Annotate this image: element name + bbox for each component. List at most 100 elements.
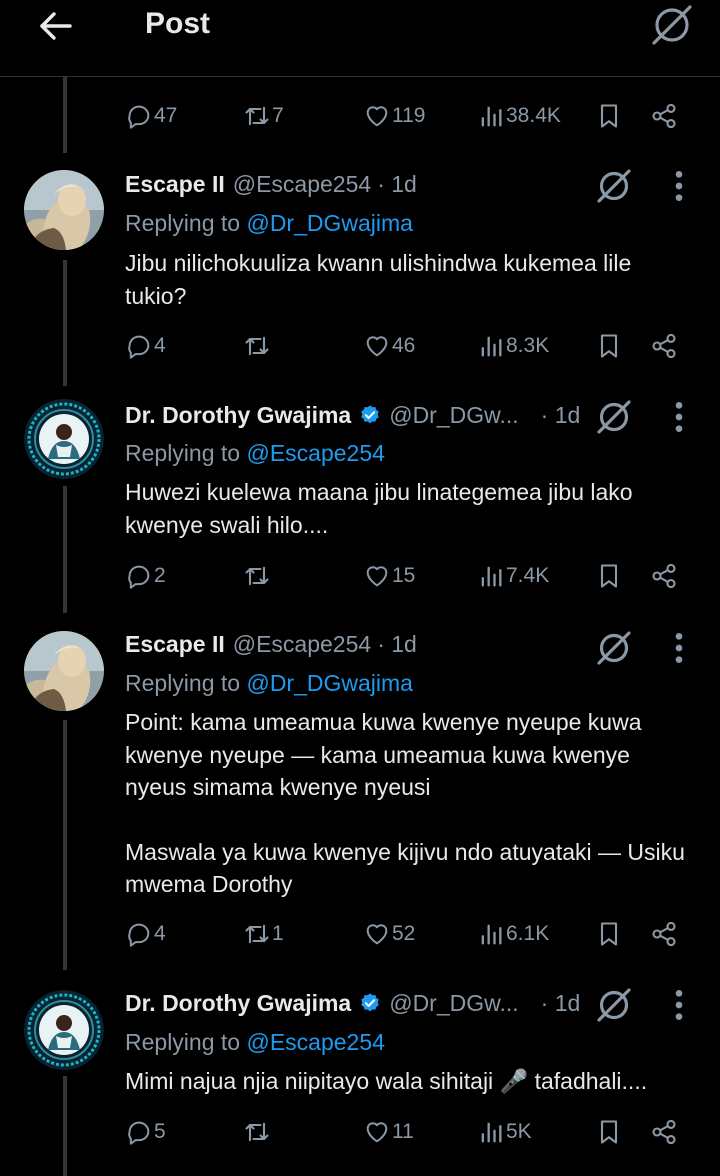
like-button[interactable]: 11: [363, 1112, 414, 1152]
thread-line: [63, 260, 67, 386]
avatar[interactable]: [24, 631, 104, 711]
heart-icon: [363, 102, 391, 130]
reply-button[interactable]: 4: [125, 326, 166, 366]
replying-to: Replying to @Escape254: [125, 440, 385, 466]
views-button[interactable]: 38.4K: [477, 96, 561, 136]
action-bar: 5 11 5K: [120, 1112, 690, 1152]
more-options-icon[interactable]: [664, 166, 694, 206]
repost-button[interactable]: [243, 1112, 272, 1152]
tweet-header: Dr. Dorothy Gwajima @Dr_DGw... · 1d: [125, 986, 580, 1020]
display-name[interactable]: Escape II: [125, 171, 225, 198]
mention-link[interactable]: @Escape254: [246, 440, 384, 466]
verified-badge-icon: [359, 404, 381, 426]
heart-icon: [363, 1118, 391, 1146]
tweet-header: Escape II @Escape254 · 1d: [125, 167, 417, 201]
heart-icon: [363, 332, 391, 360]
user-handle[interactable]: @Dr_DGw...: [389, 402, 518, 429]
reply-icon: [125, 332, 153, 360]
more-options-icon[interactable]: [664, 397, 694, 437]
repost-button[interactable]: [243, 326, 272, 366]
mention-link[interactable]: @Dr_DGwajima: [246, 210, 412, 236]
views-button[interactable]: 5K: [477, 1112, 532, 1152]
user-handle[interactable]: @Escape254: [233, 171, 371, 198]
timestamp[interactable]: · 1d: [541, 990, 581, 1017]
views-icon: [477, 920, 505, 948]
display-name[interactable]: Dr. Dorothy Gwajima: [125, 402, 351, 429]
thread-line: [63, 77, 67, 153]
share-button[interactable]: [650, 326, 678, 366]
share-button[interactable]: [650, 96, 678, 136]
reply-button[interactable]: 2: [125, 556, 166, 596]
repost-button[interactable]: 1: [243, 914, 284, 954]
avatar[interactable]: [24, 170, 104, 250]
bookmark-button[interactable]: [595, 556, 623, 596]
mention-link[interactable]: @Dr_DGwajima: [246, 670, 412, 696]
like-button[interactable]: 119: [363, 96, 425, 136]
reply-button[interactable]: 5: [125, 1112, 166, 1152]
avatar[interactable]: [24, 399, 104, 479]
mention-link[interactable]: @Escape254: [246, 1029, 384, 1055]
like-button[interactable]: 15: [363, 556, 415, 596]
like-button[interactable]: 52: [363, 914, 415, 954]
bookmark-icon: [595, 332, 623, 360]
bookmark-button[interactable]: [595, 1112, 623, 1152]
replying-to: Replying to @Dr_DGwajima: [125, 210, 413, 236]
grok-icon[interactable]: [594, 628, 634, 668]
bookmark-button[interactable]: [595, 914, 623, 954]
top-bar: Post: [0, 0, 720, 77]
share-icon: [650, 1118, 678, 1146]
display-name[interactable]: Dr. Dorothy Gwajima: [125, 990, 351, 1017]
action-bar: 2 15 7.4K: [120, 556, 690, 596]
action-bar: 4 46 8.3K: [120, 326, 690, 366]
views-button[interactable]: 7.4K: [477, 556, 549, 596]
views-icon: [477, 562, 505, 590]
page-title: Post: [145, 7, 211, 40]
share-button[interactable]: [650, 914, 678, 954]
more-options-icon[interactable]: [664, 628, 694, 668]
thread-line: [63, 486, 67, 613]
heart-icon: [363, 920, 391, 948]
reply-icon: [125, 102, 153, 130]
tweet-text: Point: kama umeamua kuwa kwenye nyeupe k…: [125, 709, 685, 897]
thread-line: [63, 720, 67, 970]
bookmark-button[interactable]: [595, 326, 623, 366]
reply-icon: [125, 1118, 153, 1146]
repost-icon: [243, 332, 271, 360]
back-arrow-icon[interactable]: [36, 6, 76, 46]
tweet-text: Mimi najua njia niipitayo wala sihitaji …: [125, 1068, 648, 1094]
user-handle[interactable]: @Escape254: [233, 631, 371, 658]
like-button[interactable]: 46: [363, 326, 415, 366]
grok-icon[interactable]: [594, 985, 634, 1025]
tweet-text: Huwezi kuelewa maana jibu linategemea ji…: [125, 479, 633, 538]
tweet-header: Escape II @Escape254 · 1d: [125, 627, 417, 661]
bookmark-icon: [595, 1118, 623, 1146]
timestamp[interactable]: · 1d: [541, 402, 581, 429]
timestamp[interactable]: · 1d: [377, 171, 417, 198]
grok-icon[interactable]: [594, 166, 634, 206]
timestamp[interactable]: · 1d: [377, 631, 417, 658]
bookmark-button[interactable]: [595, 96, 623, 136]
share-icon: [650, 332, 678, 360]
user-handle[interactable]: @Dr_DGw...: [389, 990, 518, 1017]
repost-button[interactable]: 7: [243, 96, 284, 136]
views-icon: [477, 102, 505, 130]
share-button[interactable]: [650, 1112, 678, 1152]
share-button[interactable]: [650, 556, 678, 596]
reply-button[interactable]: 4: [125, 914, 166, 954]
views-button[interactable]: 8.3K: [477, 326, 549, 366]
share-icon: [650, 920, 678, 948]
replying-to: Replying to @Escape254: [125, 1029, 385, 1055]
more-options-icon[interactable]: [664, 985, 694, 1025]
repost-button[interactable]: [243, 556, 272, 596]
views-button[interactable]: 6.1K: [477, 914, 549, 954]
reply-button[interactable]: 47: [125, 96, 177, 136]
grok-icon[interactable]: [648, 2, 696, 48]
bookmark-icon: [595, 102, 623, 130]
grok-icon[interactable]: [594, 397, 634, 437]
avatar[interactable]: [24, 990, 104, 1070]
reply-icon: [125, 920, 153, 948]
reply-icon: [125, 562, 153, 590]
thread-line: [63, 1076, 67, 1176]
bookmark-icon: [595, 562, 623, 590]
display-name[interactable]: Escape II: [125, 631, 225, 658]
